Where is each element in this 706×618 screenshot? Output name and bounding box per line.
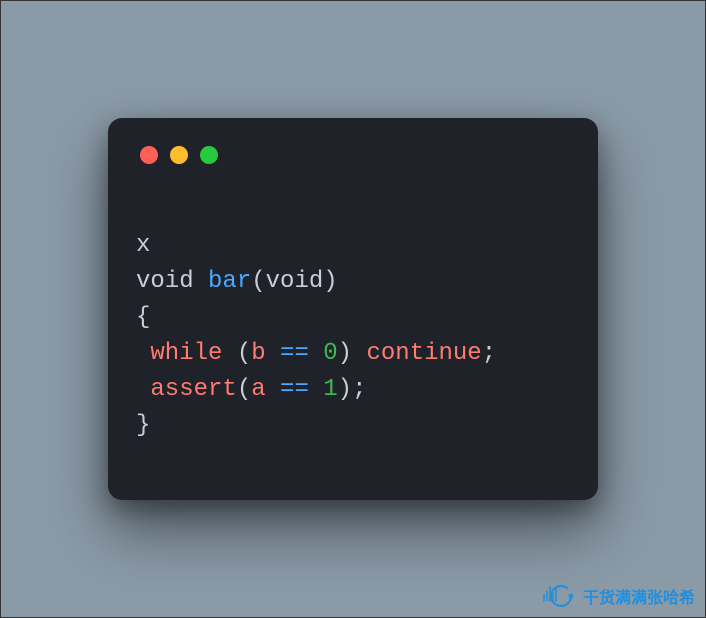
token-1: 1 [323,376,337,403]
code-line-4: while (b == 0) continue; [136,340,496,367]
watermark: 干货满满张哈希 [541,581,695,611]
code-window: x void bar(void) { while (b == 0) contin… [108,118,598,500]
token-continue: continue [366,340,481,367]
traffic-lights [136,146,570,164]
code-line-1: x [136,232,150,259]
zoom-icon[interactable] [200,146,218,164]
token-a: a [251,376,265,403]
watermark-icon [541,581,577,611]
code-line-5: assert(a == 1); [136,376,366,403]
token-void-param: void [266,268,324,295]
token-0: 0 [323,340,337,367]
close-icon[interactable] [140,146,158,164]
token-eqeq-2: == [280,376,309,403]
watermark-text: 干货满满张哈希 [583,584,695,608]
token-func-bar: bar [208,268,251,295]
token-x: x [136,232,150,259]
code-block: x void bar(void) { while (b == 0) contin… [136,192,570,444]
token-b: b [251,340,265,367]
token-while: while [150,340,222,367]
code-line-6: } [136,412,150,439]
code-line-2: void bar(void) [136,268,338,295]
minimize-icon[interactable] [170,146,188,164]
token-void: void [136,268,194,295]
token-assert: assert [150,376,236,403]
token-eqeq: == [280,340,309,367]
code-line-3: { [136,304,150,331]
